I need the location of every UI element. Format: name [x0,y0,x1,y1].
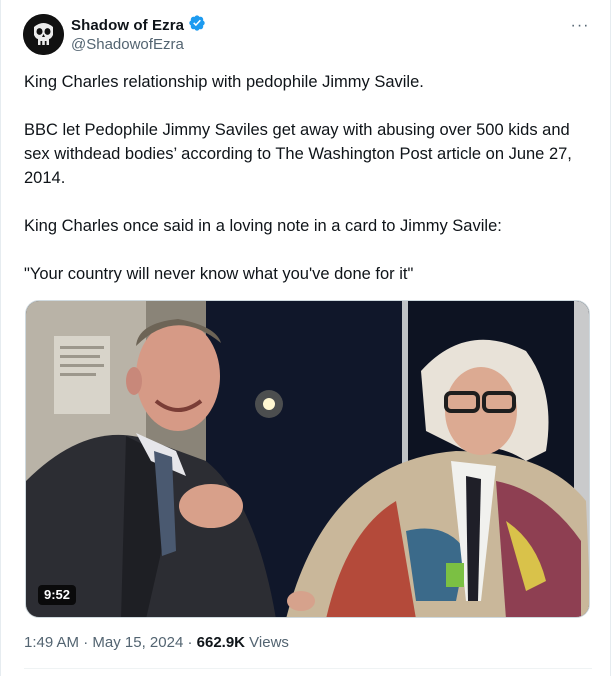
meta-separator: · [79,634,93,651]
author-handle[interactable]: @ShadowofEzra [71,36,206,53]
video-duration-badge: 9:52 [38,585,77,605]
video-thumbnail [26,301,589,617]
tweet-paragraph: BBC let Pedophile Jimmy Saviles get away… [24,121,572,187]
more-options-icon[interactable]: ··· [568,16,592,36]
display-name-row: Shadow of Ezra [71,14,206,37]
tweet-time[interactable]: 1:49 AM [24,634,79,651]
divider [24,668,592,669]
tweet-card: Shadow of Ezra @ShadowofEzra ··· King Ch… [0,0,611,676]
tweet-paragraph: King Charles relationship with pedophile… [24,73,424,91]
tweet-meta: 1:49 AM · May 15, 2024 · 662.9K Views [24,634,289,651]
skull-avatar-icon[interactable] [23,14,64,55]
meta-separator: · [183,634,197,651]
tweet-header: Shadow of Ezra @ShadowofEzra ··· [23,14,592,60]
tweet-paragraph: "Your country will never know what you'v… [24,265,414,283]
author-names: Shadow of Ezra @ShadowofEzra [71,14,206,53]
video-player[interactable]: 9:52 [25,300,590,618]
verified-badge-icon [184,14,206,37]
views-count: 662.9K [196,634,246,651]
tweet-paragraph: King Charles once said in a loving note … [24,217,502,235]
display-name[interactable]: Shadow of Ezra [71,17,184,34]
views-label: Views [245,634,289,651]
tweet-text: King Charles relationship with pedophile… [24,70,594,286]
tweet-date[interactable]: May 15, 2024 [92,634,183,651]
